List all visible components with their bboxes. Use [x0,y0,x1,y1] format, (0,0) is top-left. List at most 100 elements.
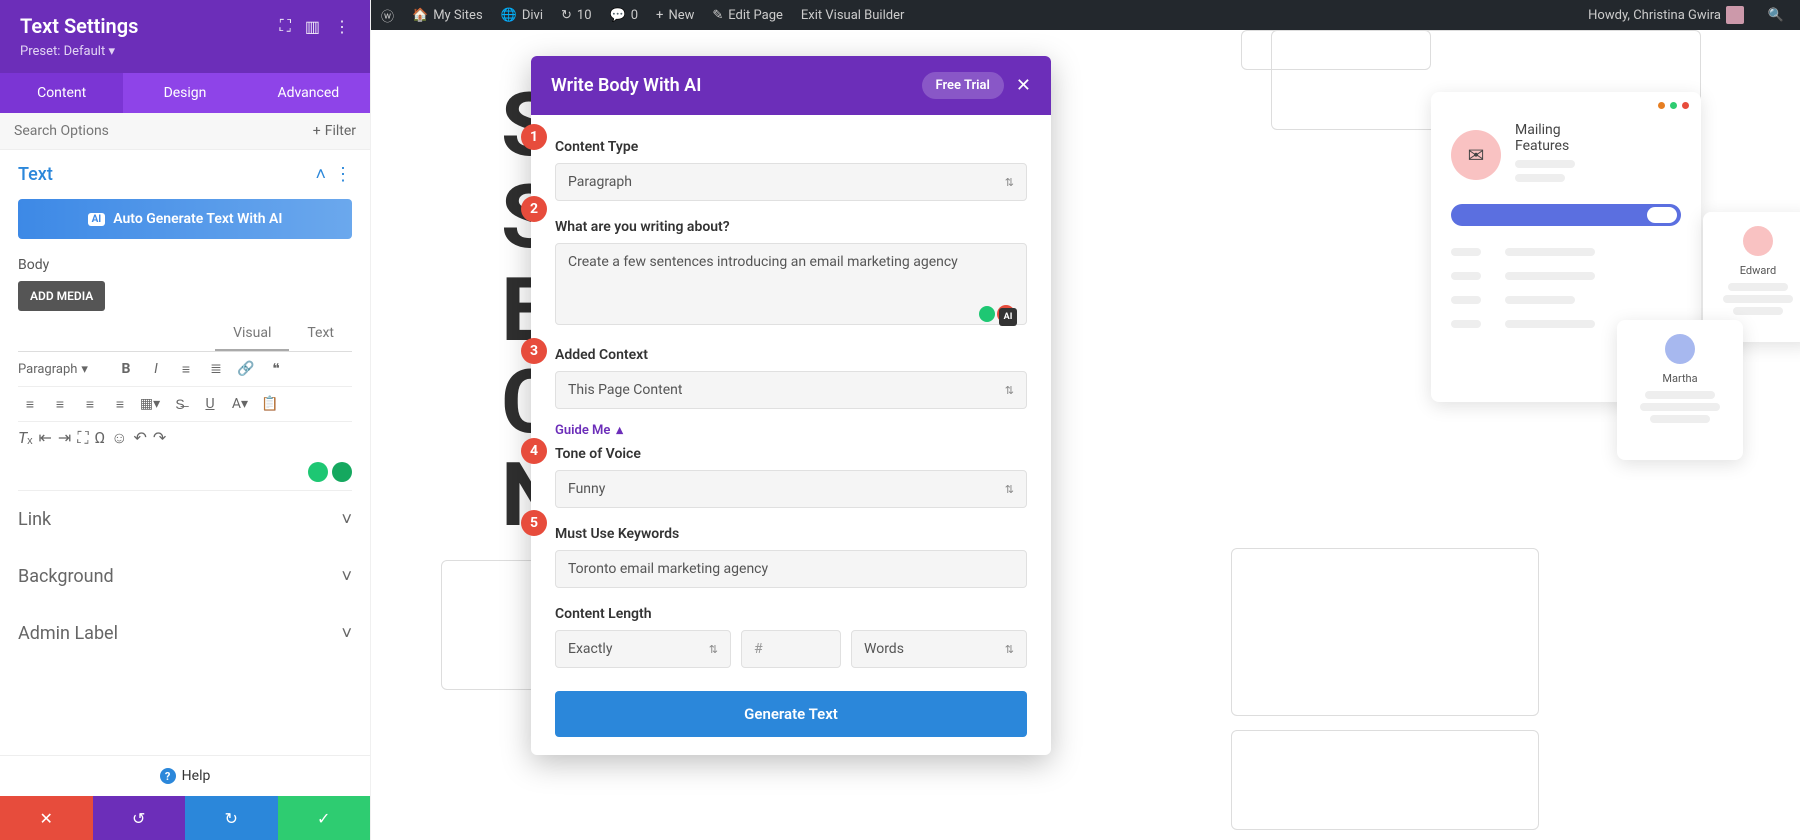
align-right-icon[interactable]: ≡ [78,393,102,415]
label-content-type: Content Type [555,139,1027,155]
text-color-icon[interactable]: A▾ [228,393,252,415]
save-button[interactable]: ✓ [278,796,371,840]
search-input[interactable] [14,123,313,139]
help-link[interactable]: ?Help [0,755,370,796]
columns-icon[interactable]: ▥ [305,17,320,36]
label-length: Content Length [555,606,1027,622]
auto-generate-button[interactable]: AI Auto Generate Text With AI [18,199,352,239]
new-content[interactable]: + New [656,8,694,23]
guide-me-toggle[interactable]: Guide Me ▴ [555,423,623,438]
about-textarea[interactable] [555,243,1027,325]
howdy-user[interactable]: Howdy, Christina Gwira [1588,6,1744,24]
help-icon: ? [160,768,176,784]
free-trial-badge[interactable]: Free Trial [922,72,1004,99]
sidebar-header: Text Settings ⛶ ▥ ⋮ Preset: Default ▾ [0,0,370,73]
chevron-updown-icon: ⇅ [1005,176,1014,189]
redo-icon[interactable]: ↷ [153,428,166,448]
ai-inline-badge[interactable]: AI [999,308,1017,326]
quote-icon[interactable]: ❝ [264,358,288,380]
chevron-down-icon: ˅ [341,623,352,644]
add-media-button[interactable]: ADD MEDIA [18,281,105,311]
chevron-updown-icon: ⇅ [709,643,718,656]
divi-label: Divi [522,8,543,23]
tone-select[interactable]: Funny⇅ [555,470,1027,508]
omega-icon[interactable]: Ω [95,428,106,448]
context-select[interactable]: This Page Content⇅ [555,371,1027,409]
more-icon[interactable]: ⋮ [334,17,350,36]
grammarly-widget[interactable] [18,454,352,490]
editor-toolbar-align: ≡ ≡ ≡ ≡ ▦▾ S̶ U A▾ 📋 [18,387,352,422]
edit-page[interactable]: ✎ Edit Page [712,8,783,23]
indent-icon[interactable]: ⇥ [58,428,71,448]
updates-count: 10 [577,8,592,23]
collapse-icon[interactable]: ˄ [315,164,326,185]
redo-button[interactable]: ↻ [185,796,278,840]
close-icon[interactable]: ✕ [1016,75,1031,96]
fullscreen-icon[interactable]: ⛶ [77,428,88,448]
label-tone: Tone of Voice [555,446,1027,462]
wp-logo-icon[interactable]: ⓦ [381,6,394,25]
my-sites-label: My Sites [433,8,482,23]
section-text[interactable]: Text ˄ ⋮ [18,150,352,199]
editor-tab-visual[interactable]: Visual [215,317,289,351]
undo-icon[interactable]: ↶ [134,428,147,448]
editor-tab-text[interactable]: Text [289,317,352,351]
updates[interactable]: ↻ 10 [561,8,592,23]
site-divi[interactable]: 🌐 Divi [501,8,543,23]
mock-name: Edward [1717,264,1799,277]
exit-visual-builder[interactable]: Exit Visual Builder [801,8,904,23]
content-type-select[interactable]: Paragraph⇅ [555,163,1027,201]
new-label: New [668,8,694,23]
mock-name: Martha [1631,372,1729,385]
action-bar: ✕ ↺ ↻ ✓ [0,796,370,840]
label-keywords: Must Use Keywords [555,526,1027,542]
preset-dropdown[interactable]: Preset: Default ▾ [20,44,350,59]
outdent-icon[interactable]: ⇤ [39,428,52,448]
paragraph-select[interactable]: Paragraph ▾ [18,358,108,380]
emoji-icon[interactable]: ☺ [111,428,127,448]
comments[interactable]: 💬 0 [610,8,639,23]
ai-modal: Write Body With AI Free Trial ✕ Content … [531,56,1051,755]
length-number-input[interactable]: # [741,630,841,668]
settings-sidebar: Text Settings ⛶ ▥ ⋮ Preset: Default ▾ Co… [0,0,370,840]
mock-subtitle: Features [1515,138,1575,154]
table-icon[interactable]: ▦▾ [138,393,162,415]
discard-button[interactable]: ✕ [0,796,93,840]
section-link[interactable]: Link˅ [18,491,352,548]
strike-icon[interactable]: S̶ [168,393,192,415]
underline-icon[interactable]: U [198,393,222,415]
tab-advanced[interactable]: Advanced [247,73,370,113]
search-icon[interactable]: 🔍 [1762,1,1790,29]
annotation-5: 5 [521,510,547,536]
avatar-icon [1665,334,1695,364]
keywords-input[interactable]: Toronto email marketing agency [555,550,1027,588]
generate-button[interactable]: Generate Text [555,691,1027,737]
mock-person-card: Martha [1617,320,1743,460]
grammarly-icon[interactable] [979,306,995,322]
search-row: + Filter [0,113,370,150]
align-justify-icon[interactable]: ≡ [108,393,132,415]
italic-icon[interactable]: I [144,358,168,380]
length-unit-select[interactable]: Words⇅ [851,630,1027,668]
number-list-icon[interactable]: ≣ [204,358,228,380]
section-more-icon[interactable]: ⋮ [334,164,352,185]
tab-content[interactable]: Content [0,73,123,113]
undo-button[interactable]: ↺ [93,796,186,840]
align-left-icon[interactable]: ≡ [18,393,42,415]
align-center-icon[interactable]: ≡ [48,393,72,415]
filter-button[interactable]: + Filter [313,123,356,139]
link-icon[interactable]: 🔗 [234,358,258,380]
expand-icon[interactable]: ⛶ [280,16,291,36]
my-sites[interactable]: 🏠 My Sites [412,8,483,23]
clear-format-icon[interactable]: Tₓ [18,428,33,448]
tab-design[interactable]: Design [123,73,246,113]
section-background[interactable]: Background˅ [18,548,352,605]
length-mode-select[interactable]: Exactly⇅ [555,630,731,668]
section-admin-label[interactable]: Admin Label˅ [18,605,352,662]
modal-title: Write Body With AI [551,75,922,96]
bold-icon[interactable]: B [114,358,138,380]
paste-icon[interactable]: 📋 [258,393,282,415]
bullet-list-icon[interactable]: ≡ [174,358,198,380]
settings-tabs: Content Design Advanced [0,73,370,113]
exit-vb-label: Exit Visual Builder [801,8,904,23]
